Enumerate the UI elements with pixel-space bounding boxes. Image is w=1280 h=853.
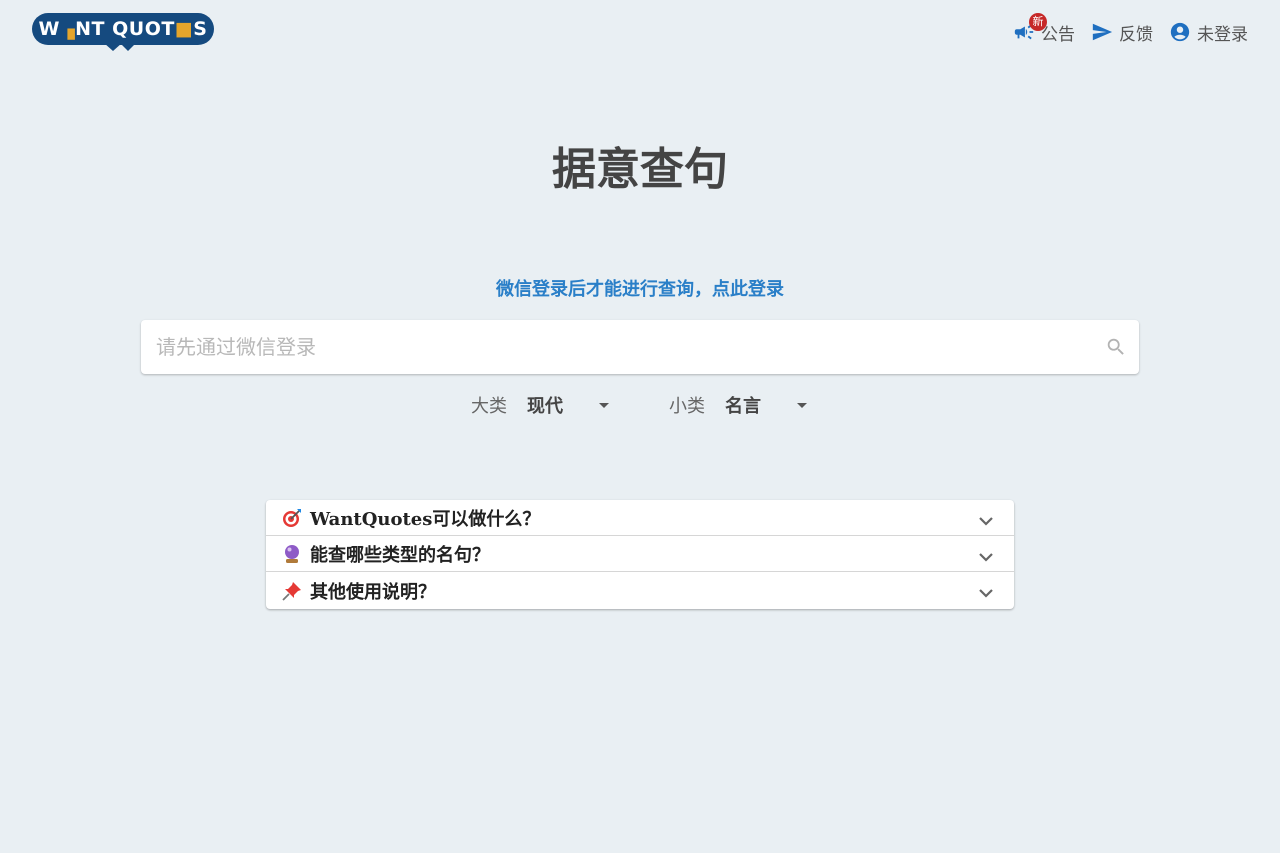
dropdown-caret-icon: [599, 402, 609, 408]
pushpin-icon: [282, 581, 302, 601]
faq-accordion: WantQuotes可以做什么？ 能查哪些类型的名句？ 其他使用说明？: [266, 500, 1014, 609]
subcategory-filter: 小类 名言: [669, 390, 809, 420]
subcategory-select[interactable]: 名言: [725, 392, 809, 418]
category-filter: 大类 现代: [471, 390, 611, 420]
dropdown-caret-icon: [797, 402, 807, 408]
faq-title: WantQuotes可以做什么？: [310, 508, 541, 530]
chevron-down-icon: [978, 584, 994, 598]
login-label: 未登录: [1197, 24, 1248, 45]
search-icon[interactable]: [1105, 336, 1127, 358]
new-badge: 新: [1029, 13, 1047, 31]
search-box: [141, 320, 1139, 374]
subcategory-value: 名言: [725, 396, 761, 417]
subcategory-label: 小类: [669, 396, 705, 417]
crystal-ball-icon: [282, 544, 302, 564]
chevron-down-icon: [978, 548, 994, 562]
send-icon: [1091, 21, 1113, 43]
faq-title: 其他使用说明？: [310, 581, 436, 603]
category-value: 现代: [527, 396, 563, 417]
logo-wordmark: W▗NT QUOT■S: [32, 13, 214, 45]
logo-speech-tail-2: [120, 43, 136, 51]
faq-item-what-can-do[interactable]: WantQuotes可以做什么？: [266, 500, 1014, 536]
chevron-down-icon: [978, 512, 994, 526]
faq-item-quote-types[interactable]: 能查哪些类型的名句？: [266, 536, 1014, 572]
filter-bar: 大类 现代 小类 名言: [0, 390, 1280, 420]
category-select[interactable]: 现代: [527, 392, 611, 418]
logo[interactable]: W▗NT QUOT■S: [32, 13, 214, 51]
login-link[interactable]: 未登录: [1169, 20, 1248, 45]
faq-title: 能查哪些类型的名句？: [310, 544, 490, 566]
category-label: 大类: [471, 396, 507, 417]
megaphone-icon: 新: [1013, 13, 1047, 43]
faq-item-other-usage[interactable]: 其他使用说明？: [266, 572, 1014, 609]
account-circle-icon: [1169, 21, 1191, 43]
feedback-link[interactable]: 反馈: [1091, 20, 1153, 45]
search-input[interactable]: [141, 320, 1081, 374]
page: W▗NT QUOT■S 新 公告 反馈 未登录 据意查句 微信登录后才能进行查询: [0, 0, 1280, 853]
target-icon: [282, 508, 302, 528]
announcement-link[interactable]: 新 公告: [1013, 13, 1075, 45]
top-nav: 新 公告 反馈 未登录: [1013, 13, 1248, 45]
wechat-login-link[interactable]: 微信登录后才能进行查询，点此登录: [0, 277, 1280, 303]
feedback-label: 反馈: [1119, 24, 1153, 45]
page-title: 据意查句: [552, 144, 728, 195]
